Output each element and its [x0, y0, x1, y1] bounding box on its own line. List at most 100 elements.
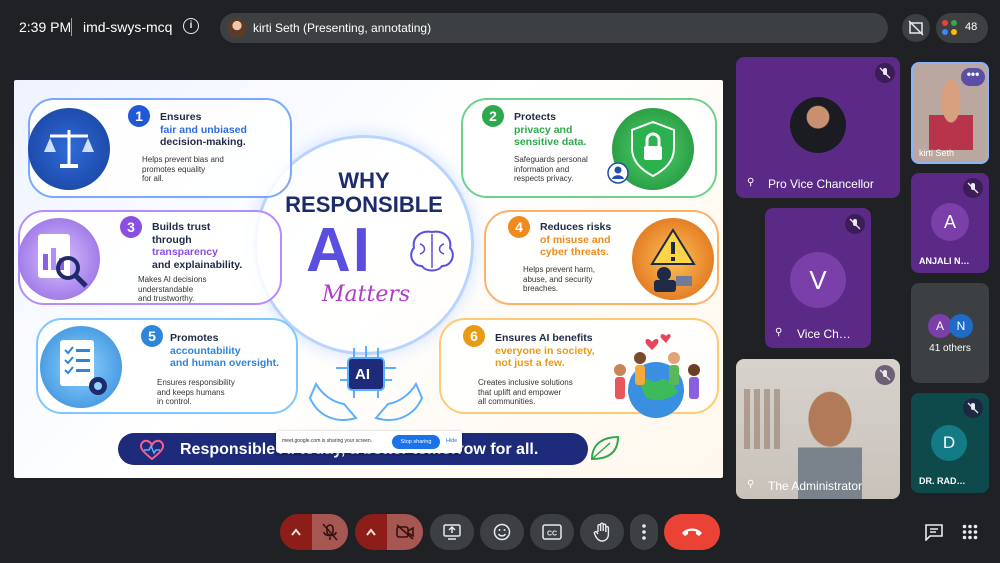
meeting-code: imd-swys-mcq	[83, 19, 173, 35]
screen-share-notice: meet.google.com is sharing your screen. …	[276, 431, 462, 453]
card-number-5: 5	[141, 325, 163, 347]
card-6-desc: Creates inclusive solutions that uplift a…	[478, 378, 573, 406]
tile-dr-rad[interactable]: D DR. RAD…	[911, 393, 989, 493]
card-number-6: 6	[463, 325, 485, 347]
card-3-desc: Makes AI decisions understandable and trus…	[138, 275, 207, 303]
mic-off-icon	[875, 63, 895, 83]
card-5-title: Promotes accountability and human oversi…	[170, 332, 280, 369]
present-button[interactable]	[430, 514, 474, 550]
ai-chip-label: AI	[355, 366, 370, 383]
svg-text:CC: CC	[547, 531, 557, 538]
shared-screen-slide: WHY RESPONSIBLE AI Matters 1 Ensures fai…	[14, 80, 723, 478]
avatar: A	[931, 203, 969, 241]
divider	[71, 18, 72, 36]
share-notice-text: meet.google.com is sharing your screen.	[282, 438, 373, 444]
people-button[interactable]: 48	[936, 13, 988, 43]
scales-icon	[28, 108, 110, 190]
card-number-2: 2	[482, 105, 504, 127]
card-2-desc: Safeguards personal information and respec…	[514, 155, 588, 183]
apps-grid-icon[interactable]	[962, 524, 978, 540]
card-5-desc: Ensures responsibility and keeps humans in…	[157, 378, 235, 406]
mic-off-icon	[845, 214, 865, 234]
participant-name: ANJALI N…	[919, 256, 970, 266]
avatar	[929, 80, 973, 150]
camera-options-button[interactable]	[355, 514, 387, 550]
mic-options-button[interactable]	[280, 514, 312, 550]
card-number-4: 4	[508, 216, 530, 238]
avatar	[790, 97, 846, 153]
avatar: N	[949, 314, 973, 338]
participant-name: kirti Seth	[919, 148, 955, 158]
emoji-icon	[493, 523, 511, 541]
mic-off-icon	[875, 365, 895, 385]
mic-off-icon	[963, 178, 983, 198]
chevron-up-icon	[291, 528, 301, 536]
frame-off-icon	[908, 20, 924, 36]
card-number-1: 1	[128, 105, 150, 127]
presenter-banner[interactable]: kirti Seth (Presenting, annotating)	[220, 13, 888, 43]
slide-title-ai: AI	[306, 216, 372, 285]
pin-icon: ⚲	[775, 327, 783, 338]
chevron-up-icon	[366, 528, 376, 536]
slide-title-matters: Matters	[322, 282, 411, 307]
people-icon	[942, 20, 958, 36]
warning-hacker-icon	[632, 218, 714, 300]
clock: 2:39 PM	[19, 19, 72, 35]
hide-link[interactable]: Hide	[446, 438, 457, 444]
camera-off-icon	[396, 524, 414, 540]
mic-off-icon	[322, 523, 338, 541]
participant-name: Pro Vice Chancellor	[768, 177, 874, 191]
info-icon[interactable]: i	[183, 18, 199, 34]
tile-others[interactable]: A N 41 others	[911, 283, 989, 383]
card-4-title: Reduces risks of misuse and cyber threat…	[540, 221, 612, 258]
raise-hand-button[interactable]	[580, 514, 624, 550]
heart-icon	[139, 439, 165, 461]
more-options-icon[interactable]: •••	[961, 68, 985, 86]
hand-icon	[593, 522, 610, 542]
leaf-icon	[590, 435, 620, 461]
chat-icon[interactable]	[924, 523, 944, 541]
top-bar: 2:39 PM imd-swys-mcq i kirti Seth (Prese…	[0, 0, 1000, 56]
mic-toggle-button[interactable]	[312, 514, 348, 550]
tile-anjali[interactable]: A ANJALI N…	[911, 173, 989, 273]
tile-administrator[interactable]: ⚲ The Administrator	[736, 359, 900, 499]
participant-count: 48	[965, 21, 978, 33]
brain-icon	[410, 230, 454, 272]
card-3-title: Builds trust through transparency and ex…	[152, 221, 243, 271]
mic-off-icon	[963, 398, 983, 418]
participant-name: DR. RAD…	[919, 476, 966, 486]
more-options-button[interactable]	[630, 514, 658, 550]
more-vert-icon	[642, 524, 646, 540]
card-6-title: Ensures AI benefits everyone in society,…	[495, 332, 595, 369]
participant-name: The Administrator	[768, 479, 863, 493]
avatar: D	[931, 425, 967, 461]
pin-icon: ⚲	[747, 177, 755, 188]
reactions-button[interactable]	[480, 514, 524, 550]
avatar: V	[790, 252, 846, 308]
camera-toggle-button[interactable]	[387, 514, 423, 550]
tile-kirti-seth[interactable]: ••• kirti Seth	[911, 62, 989, 164]
end-call-icon	[682, 528, 702, 536]
report-magnifier-icon	[18, 218, 100, 300]
stop-sharing-button[interactable]: Stop sharing	[392, 435, 440, 449]
card-number-3: 3	[120, 216, 142, 238]
layout-button[interactable]	[902, 14, 930, 42]
checklist-gear-icon	[40, 326, 122, 408]
others-count: 41 others	[929, 343, 971, 354]
pin-icon: ⚲	[747, 479, 755, 490]
card-2-title: Protects privacy and sensitive data.	[514, 111, 587, 148]
ai-chip-hands-icon	[308, 346, 424, 421]
leave-call-button[interactable]	[664, 514, 720, 550]
presenter-avatar	[227, 18, 247, 38]
card-1-title: Ensures fair and unbiased decision-makin…	[160, 111, 247, 148]
presenter-status: kirti Seth (Presenting, annotating)	[253, 21, 432, 35]
tile-vice-chancellor[interactable]: V ⚲ Vice Ch…	[765, 208, 871, 348]
user-icon	[607, 162, 629, 184]
participant-name: Vice Ch…	[797, 327, 851, 341]
globe-community-icon	[614, 334, 700, 418]
captions-button[interactable]: CC	[530, 514, 574, 550]
present-screen-icon	[443, 524, 461, 540]
card-1-desc: Helps prevent bias and promotes equality f…	[142, 155, 224, 183]
card-4-desc: Helps prevent harm, abuse, and security br…	[523, 265, 596, 293]
tile-pro-vice-chancellor[interactable]: ⚲ Pro Vice Chancellor	[736, 57, 900, 198]
